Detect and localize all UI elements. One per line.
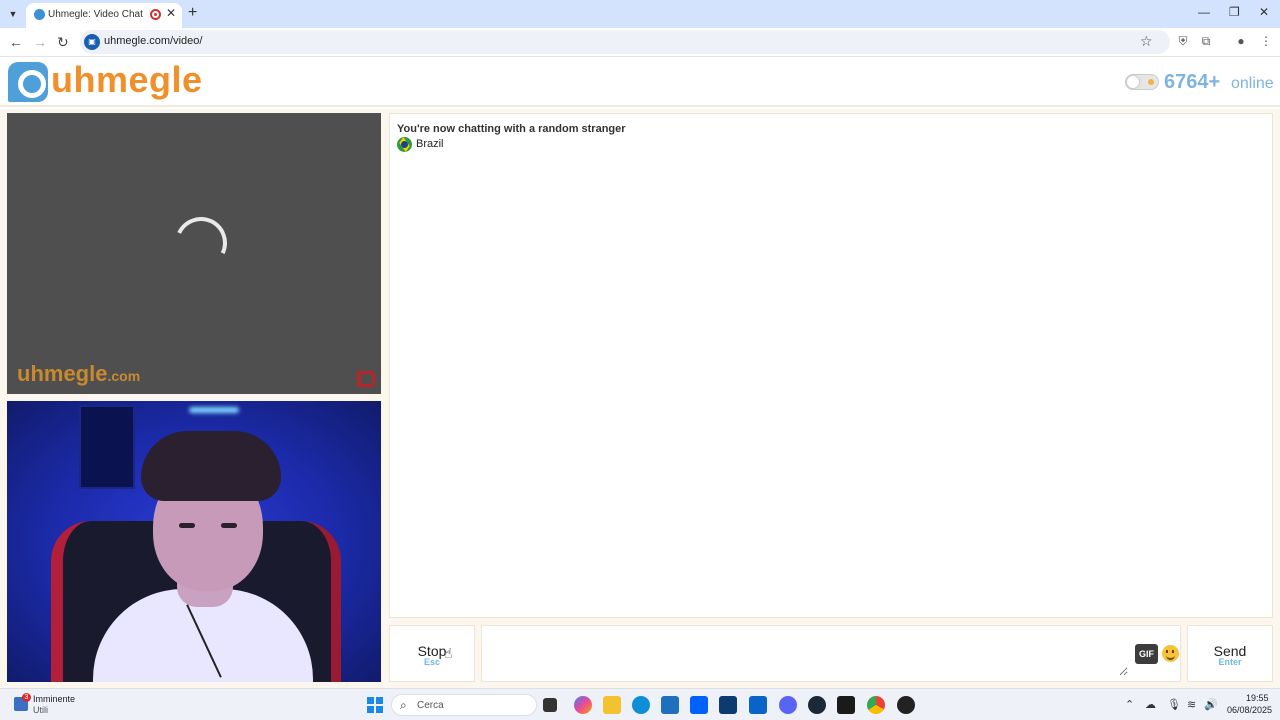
weather-badge: 3 <box>22 693 31 702</box>
restore-button[interactable]: ❐ <box>1229 5 1240 19</box>
site-favicon-icon <box>34 9 45 20</box>
video-background-light <box>189 407 239 413</box>
new-tab-button[interactable]: + <box>188 4 197 22</box>
windows-taskbar: 3 Imminente Utili ⌕ Cerca ⌃ ☁ 🎙 ≋ 🔊 19:5… <box>0 688 1280 720</box>
clock-time[interactable]: 19:55 <box>1246 693 1269 703</box>
wifi-icon[interactable]: ≋ <box>1187 698 1196 711</box>
edge-browser-icon[interactable] <box>632 696 650 714</box>
chat-log[interactable]: You're now chatting with a random strang… <box>389 113 1273 618</box>
browser-tabstrip: ▼ Uhmegle: Video Chat | Omegle Alternati… <box>0 0 1280 28</box>
stop-shortcut-label: Esc <box>423 657 440 667</box>
file-explorer-icon[interactable] <box>603 696 621 714</box>
chat-status-message: You're now chatting with a random strang… <box>397 123 626 135</box>
gif-button[interactable]: GIF <box>1135 644 1158 664</box>
message-input[interactable] <box>488 632 1128 676</box>
tab-title: Uhmegle: Video Chat | Omegle Alternative <box>48 9 146 20</box>
chat-main: uhmegle.com You're now chatting with a r… <box>0 109 1280 688</box>
chrome-icon[interactable] <box>867 696 885 714</box>
store-icon[interactable] <box>661 696 679 714</box>
toggle-knob <box>1127 76 1139 88</box>
stranger-video: uhmegle.com <box>7 113 381 394</box>
online-label: online <box>1231 75 1274 92</box>
stranger-country: Brazil <box>416 138 444 150</box>
extension-shield-icon[interactable]: ⛨ <box>1175 34 1191 50</box>
send-shortcut-label: Enter <box>1218 657 1242 667</box>
weather-subtitle[interactable]: Utili <box>33 705 48 715</box>
mouse-pointer-icon: ☝ <box>444 645 453 661</box>
back-arrow-icon[interactable]: ← <box>9 34 23 50</box>
clock-date[interactable]: 06/08/2025 <box>1227 705 1272 715</box>
emoji-icon[interactable] <box>1162 645 1179 662</box>
online-count: 6764+ <box>1164 71 1221 93</box>
code-editor-icon[interactable] <box>719 696 737 714</box>
steam-icon[interactable] <box>808 696 826 714</box>
stop-button[interactable]: Stop Esc <box>389 625 475 682</box>
recording-indicator-icon <box>150 9 161 20</box>
minimize-button[interactable]: — <box>1198 5 1210 19</box>
message-box[interactable]: GIF <box>481 625 1181 682</box>
send-button[interactable]: Send Enter <box>1187 625 1273 682</box>
taskbar-search[interactable]: ⌕ Cerca <box>391 694 537 716</box>
browser-toolbar: ← → ↻ ▣ uhmegle.com/video/ ☆ ⛨ ⧉ ● ⋮ <box>0 28 1280 57</box>
nvidia-icon[interactable] <box>837 696 855 714</box>
bookmark-star-icon[interactable]: ☆ <box>1140 33 1153 50</box>
tray-cloud-icon[interactable]: ☁ <box>1145 698 1156 711</box>
browser-menu-icon[interactable]: ⋮ <box>1258 34 1274 50</box>
volume-icon[interactable]: 🔊 <box>1204 698 1218 711</box>
obs-recorder-icon[interactable] <box>897 696 915 714</box>
microphone-icon[interactable]: 🎙 <box>1167 698 1181 711</box>
video-person-hair <box>141 431 281 501</box>
tab-search-icon[interactable]: ▼ <box>4 5 22 23</box>
url-text[interactable]: uhmegle.com/video/ <box>104 35 202 47</box>
extensions-puzzle-icon[interactable]: ⧉ <box>1198 34 1214 50</box>
task-view-icon[interactable] <box>543 698 557 712</box>
profile-avatar-icon[interactable]: ● <box>1233 34 1249 50</box>
dropbox-icon[interactable] <box>690 696 708 714</box>
video-person-eye <box>179 523 195 528</box>
tray-overflow-icon[interactable]: ⌃ <box>1125 698 1134 711</box>
tab-close-icon[interactable]: ✕ <box>166 6 176 20</box>
weather-title[interactable]: Imminente <box>33 694 75 704</box>
address-bar[interactable]: ▣ uhmegle.com/video/ ☆ <box>80 30 1170 54</box>
brazil-flag-icon <box>397 137 412 152</box>
discord-icon[interactable] <box>779 696 797 714</box>
self-video <box>7 401 381 682</box>
theme-toggle[interactable] <box>1125 74 1159 90</box>
logo-text[interactable]: uhmegle <box>51 59 203 101</box>
video-watermark: uhmegle.com <box>17 361 140 387</box>
forward-arrow-icon[interactable]: → <box>33 34 47 50</box>
report-flag-icon[interactable] <box>357 371 375 387</box>
watermark-text: uhmegle <box>17 361 108 386</box>
video-person-eye <box>221 523 237 528</box>
windows-start-icon[interactable] <box>367 697 383 713</box>
sun-icon <box>1148 79 1154 85</box>
uhmegle-logo-icon[interactable] <box>8 62 48 102</box>
search-label: Cerca <box>417 700 444 711</box>
close-window-button[interactable]: ✕ <box>1259 5 1269 19</box>
browser-tab-active[interactable]: Uhmegle: Video Chat | Omegle Alternative… <box>26 3 182 28</box>
site-info-icon[interactable]: ▣ <box>84 34 100 50</box>
site-header: uhmegle 6764+ online <box>0 57 1280 107</box>
reload-icon[interactable]: ↻ <box>57 34 69 51</box>
copilot-icon[interactable] <box>574 696 592 714</box>
outlook-icon[interactable] <box>749 696 767 714</box>
loading-spinner-icon <box>167 209 235 277</box>
watermark-suffix: .com <box>107 368 141 384</box>
search-icon: ⌕ <box>400 698 407 712</box>
video-background-window <box>79 405 135 489</box>
